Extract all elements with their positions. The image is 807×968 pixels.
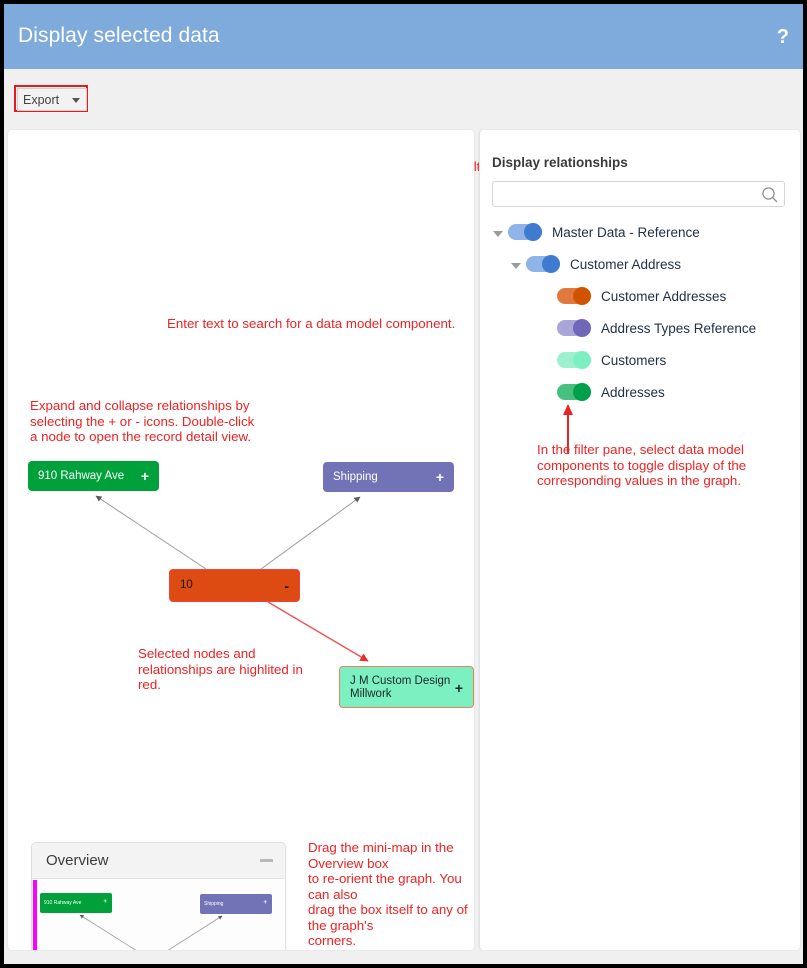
filter-search-input[interactable] [492,181,785,207]
graph-node-label: 910 Rahway Ave [38,469,125,482]
help-icon[interactable]: ? [777,26,789,49]
caret-placeholder [541,290,554,303]
graph-node-expand-toggle[interactable]: + [455,680,463,696]
tree-item-customers[interactable]: Customers [480,344,800,376]
minimap-node-label: Shipping [204,901,224,907]
chevron-down-icon[interactable] [492,226,505,239]
relationship-tree: Master Data - Reference Customer Address… [480,216,800,408]
minimap-edges [79,914,223,950]
tree-item-master-data-reference[interactable]: Master Data - Reference [480,216,800,248]
minimap-node: Shipping + [200,894,272,914]
toolbar: Export Export a PDF, PNG, or SVG of the … [4,69,803,189]
chevron-down-icon [72,98,80,103]
graph-node-label: 10 [180,579,193,591]
chevron-down-icon[interactable] [510,258,523,271]
minimap-node-label: 910 Rahway Ave [44,900,82,906]
tree-item-label: Address Types Reference [601,320,757,336]
tree-item-customer-addresses[interactable]: Customer Addresses [480,280,800,312]
filter-pane-title: Display relationships [492,155,628,170]
tree-item-label: Master Data - Reference [552,224,700,240]
graph-node-expand-toggle[interactable]: + [436,469,444,485]
annotation-filter-pane: In the filter pane, select data model co… [537,442,747,488]
minimap-node-sign: + [103,899,107,905]
screen: Display selected data ? Export Export a … [0,0,807,968]
graph-edges [95,495,369,662]
tree-item-address-types-reference[interactable]: Address Types Reference [480,312,800,344]
export-highlight-box: Export [14,85,88,112]
toggle-customer-addresses[interactable] [557,287,591,305]
graph-node-expand-toggle[interactable]: + [141,468,149,484]
tree-item-label: Addresses [601,384,665,400]
graph-node-collapse-toggle[interactable]: - [284,578,289,594]
minimap-node-sign: + [263,900,267,906]
caret-placeholder [541,386,554,399]
annotation-selected-nodes: Selected nodes and relationships are hig… [138,646,303,692]
annotation-expand-collapse: Expand and collapse relationships by sel… [30,398,255,444]
toggle-addresses[interactable] [557,383,591,401]
annotation-overview: Drag the mini-map in the Overview box to… [308,840,468,948]
overview-title: Overview [46,852,109,869]
minimize-icon[interactable] [260,859,273,862]
graph-node[interactable]: 910 Rahway Ave + [28,461,159,491]
graph-node-label: Shipping [333,470,378,483]
dialog-window: Display selected data ? Export Export a … [4,4,803,964]
toggle-customers[interactable] [557,351,591,369]
page-title: Display selected data [18,24,220,47]
graph-canvas[interactable]: Enter text to search for a data model co… [8,130,474,950]
graph-node[interactable]: Shipping + [323,462,454,492]
graph-node-label: J M Custom Design Millwork [350,675,451,700]
toggle-master-data-reference[interactable] [508,223,542,241]
toggle-address-types-reference[interactable] [557,319,591,337]
toggle-customer-address[interactable] [526,255,560,273]
graph-node-selected[interactable]: 10 - [169,569,300,602]
caret-placeholder [541,322,554,335]
minimap-node: 910 Rahway Ave + [40,893,112,913]
annotation-search: Enter text to search for a data model co… [167,316,456,331]
export-button-label: Export [23,92,60,107]
tree-item-label: Customers [601,352,667,368]
caret-placeholder [541,354,554,367]
export-button[interactable]: Export [17,88,87,111]
filter-pane: Display relationships Master Data - Refe… [479,130,800,950]
overview-header[interactable]: Overview [32,843,285,879]
overview-box[interactable]: Overview 910 Rahway Ave + Shipping + [31,842,286,950]
title-bar: Display selected data ? [4,4,803,69]
tree-item-label: Customer Address [570,256,682,272]
overview-minimap[interactable]: 910 Rahway Ave + Shipping + 10 - J M Cus… [32,880,285,950]
graph-node-selected[interactable]: J M Custom Design Millwork + [339,666,474,708]
tree-item-customer-address[interactable]: Customer Address [480,248,800,280]
tree-item-addresses[interactable]: Addresses [480,376,800,408]
tree-item-label: Customer Addresses [601,288,727,304]
